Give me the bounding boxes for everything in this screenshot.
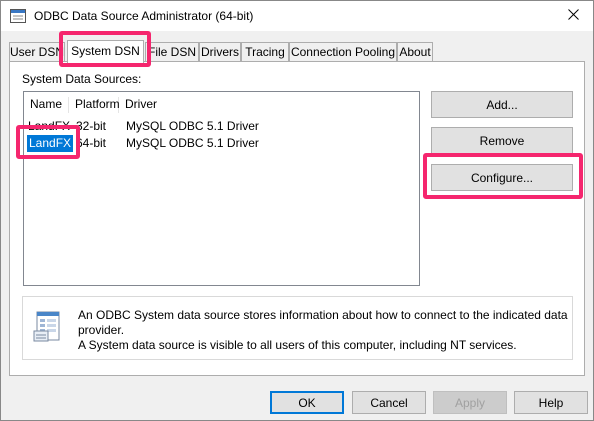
- column-header-platform[interactable]: Platform: [69, 97, 120, 113]
- list-item[interactable]: LandFX 32-bit MySQL ODBC 5.1 Driver: [24, 118, 419, 135]
- system-data-sources-label: System Data Sources:: [22, 72, 142, 86]
- remove-button[interactable]: Remove: [431, 127, 573, 154]
- row-platform: 32-bit: [76, 119, 107, 133]
- tab-drivers[interactable]: Drivers: [199, 42, 241, 62]
- data-sources-list[interactable]: Name Platform Driver LandFX 32-bit MySQL…: [23, 91, 420, 286]
- system-dsn-panel: System Data Sources: Name Platform Drive…: [9, 61, 585, 376]
- info-line-2: A System data source is visible to all u…: [78, 338, 517, 352]
- help-button[interactable]: Help: [514, 391, 588, 414]
- close-button[interactable]: [553, 1, 593, 31]
- row-driver: MySQL ODBC 5.1 Driver: [126, 119, 259, 133]
- window-title: ODBC Data Source Administrator (64-bit): [34, 9, 254, 23]
- tab-connection-pooling[interactable]: Connection Pooling: [289, 42, 397, 62]
- tab-file-dsn[interactable]: File DSN: [145, 42, 199, 62]
- odbc-app-icon: [10, 9, 26, 23]
- tab-system-dsn[interactable]: System DSN: [67, 40, 144, 63]
- tab-tracing[interactable]: Tracing: [241, 42, 289, 62]
- tab-user-dsn[interactable]: User DSN: [9, 42, 65, 62]
- info-line-1: An ODBC System data source stores inform…: [78, 308, 568, 337]
- list-item-selected[interactable]: LandFX 64-bit MySQL ODBC 5.1 Driver: [24, 135, 419, 152]
- row-name: LandFX: [27, 135, 74, 152]
- apply-button[interactable]: Apply: [433, 391, 507, 414]
- row-driver: MySQL ODBC 5.1 Driver: [126, 136, 259, 150]
- row-platform: 64-bit: [76, 136, 107, 150]
- close-icon: [567, 9, 579, 23]
- add-button[interactable]: Add...: [431, 91, 573, 118]
- row-name: LandFX: [28, 119, 71, 133]
- info-text: An ODBC System data source stores inform…: [78, 308, 568, 353]
- cancel-button[interactable]: Cancel: [352, 391, 426, 414]
- odbc-admin-window: ODBC Data Source Administrator (64-bit) …: [0, 0, 594, 421]
- tab-about[interactable]: About: [397, 42, 433, 62]
- configure-button[interactable]: Configure...: [431, 164, 573, 191]
- column-header-name[interactable]: Name: [24, 97, 69, 113]
- ok-button[interactable]: OK: [270, 391, 344, 414]
- column-header-driver[interactable]: Driver: [119, 97, 239, 113]
- info-box: An ODBC System data source stores inform…: [22, 296, 573, 360]
- list-header: Name Platform Driver: [24, 92, 419, 116]
- title-bar: ODBC Data Source Administrator (64-bit): [1, 1, 593, 31]
- data-source-icon: [33, 311, 67, 343]
